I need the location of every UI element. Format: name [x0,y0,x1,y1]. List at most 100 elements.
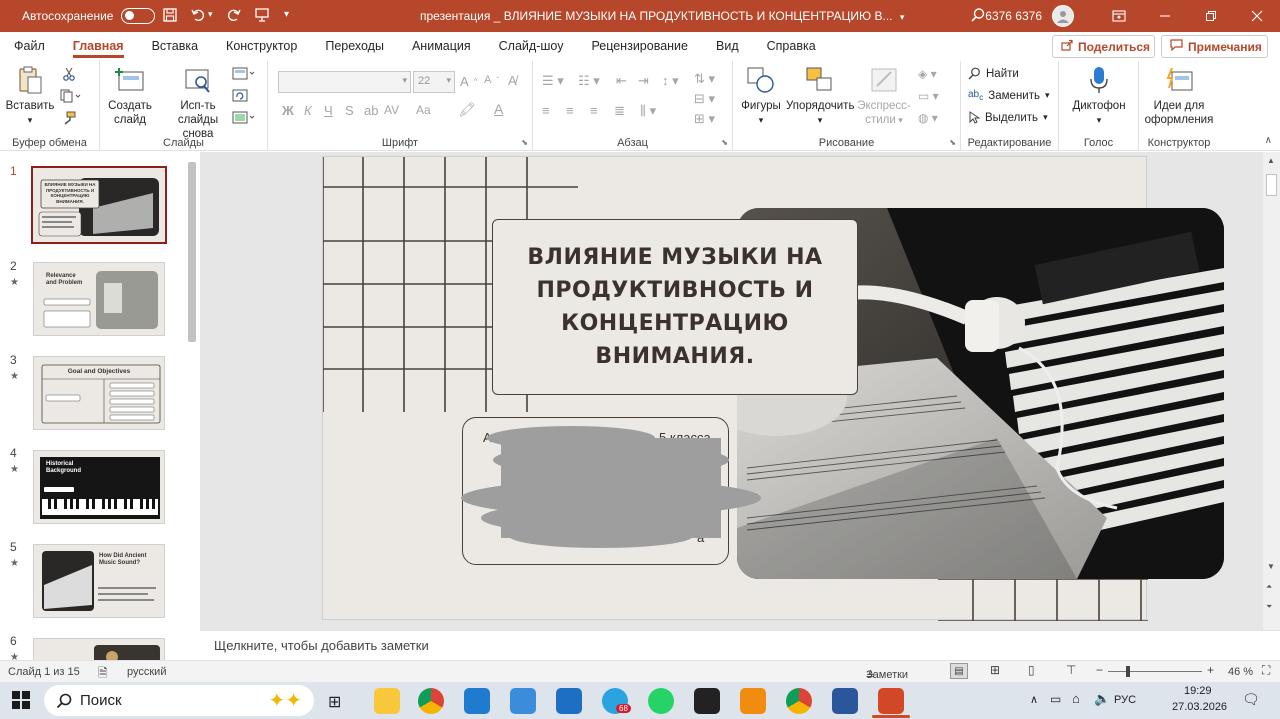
slide-thumbnail-4[interactable]: Historical Background [33,450,165,524]
shape-outline-icon[interactable]: ▭ ▾ [918,89,939,103]
subtitle-box[interactable]: А 5 класса а [461,417,761,565]
select-button[interactable]: Выделить ▾ [968,111,1048,124]
underline-button[interactable]: Ч [324,103,333,118]
cut-icon[interactable] [62,67,76,84]
comments-button[interactable]: Примечания [1161,35,1268,58]
text-direction-icon[interactable]: ⇅ ▾ [694,71,715,87]
clear-format-icon[interactable]: A̸ [508,73,517,88]
increase-indent-icon[interactable]: ⇥ [638,73,649,89]
ribbon-display-options-button[interactable] [1096,0,1142,32]
drawing-dialog-launcher-icon[interactable]: ⬊ [949,138,956,147]
slide-scrollbar[interactable]: ▲ ▼ ⏶ ⏷ [1263,152,1280,630]
chrome-icon[interactable] [786,688,812,714]
font-dialog-launcher-icon[interactable]: ⬊ [521,138,528,147]
dictate-button[interactable]: Диктофон ▾ [1067,65,1131,127]
slide-canvas[interactable]: А 5 класса а ВЛИЯНИЕ МУЗЫКИ НА ПРОДУКТИВ… [322,156,1224,621]
battery-icon[interactable]: ▭ [1050,692,1061,706]
autosave-control[interactable]: Автосохранение [22,8,156,24]
format-painter-icon[interactable] [62,111,76,128]
microsoft-store-icon[interactable] [464,688,490,714]
input-language[interactable]: РУС [1114,694,1136,706]
new-slide-button[interactable]: Создать слайд [106,65,154,127]
font-size-input[interactable]: 22 ▾ [413,71,455,93]
share-button[interactable]: Поделиться [1052,35,1155,58]
replace-button[interactable]: abc Заменить ▾ [968,89,1050,102]
tab-help[interactable]: Справка [753,32,830,61]
quick-styles-button[interactable]: Экспресс-стили ▾ [856,65,912,127]
section-icon[interactable] [232,111,258,127]
arrange-button[interactable]: Упорядочить ▾ [786,65,854,127]
autosave-toggle[interactable] [121,8,156,24]
tray-overflow-icon[interactable]: ∧ [1030,693,1038,706]
shape-effects-icon[interactable]: ◍ ▾ [918,111,938,125]
slideshow-view-icon[interactable]: ⊤ [1066,663,1076,677]
shrink-font-icon[interactable]: Aˇ [484,74,499,86]
layout-icon[interactable] [232,67,258,83]
paste-button[interactable]: Вставить ▾ [4,65,56,127]
tab-review[interactable]: Рецензирование [577,32,702,61]
tab-file[interactable]: Файл [0,32,59,61]
tab-transitions[interactable]: Переходы [311,32,398,61]
font-color-icon[interactable]: A [494,101,503,117]
bold-button[interactable]: Ж [282,103,294,118]
redo-icon[interactable] [226,7,242,23]
next-slide-icon[interactable]: ⏷ [1266,602,1272,612]
tab-animations[interactable]: Анимация [398,32,485,61]
zoom-in-icon[interactable]: + [1207,663,1214,677]
numbering-icon[interactable]: ☷ ▾ [578,73,600,89]
normal-view-icon[interactable]: ▤ [950,663,968,679]
tab-insert[interactable]: Вставка [138,32,212,61]
design-ideas-button[interactable]: Идеи для оформления [1143,65,1215,127]
reuse-slides-button[interactable]: Исп-ть слайды снова [166,65,230,141]
present-from-start-icon[interactable] [254,7,270,23]
pc-manager-icon[interactable] [510,688,536,714]
decrease-indent-icon[interactable]: ⇤ [616,73,627,89]
shadow-button[interactable]: ab [364,103,378,118]
zoom-slider-thumb[interactable] [1126,666,1130,677]
font-name-input[interactable]: ▾ [278,71,411,93]
slide-sorter-icon[interactable]: ⊞ [990,663,1000,677]
file-explorer-icon[interactable] [374,688,400,714]
language-indicator[interactable]: русский [127,666,166,678]
slide-scrollbar-thumb[interactable] [1266,174,1277,196]
shape-fill-icon[interactable]: ◈ ▾ [918,67,937,81]
clock-date[interactable]: 27.03.2026 [1172,701,1227,713]
char-spacing-button[interactable]: AV [384,103,399,117]
restore-button[interactable] [1188,0,1234,32]
zoom-level[interactable]: 46 % [1228,666,1253,678]
scroll-down-icon[interactable]: ▼ [1267,562,1275,571]
tab-view[interactable]: Вид [702,32,753,61]
outlook-icon[interactable] [556,688,582,714]
start-button[interactable] [12,691,30,712]
shapes-button[interactable]: Фигуры ▾ [738,65,784,127]
network-icon[interactable]: ⌂ [1072,691,1080,706]
undo-icon[interactable] [190,7,206,23]
line-spacing-icon[interactable]: ↕ ▾ [662,73,679,89]
slide-thumbnail-1[interactable]: ВЛИЯНИЕ МУЗЫКИ НА ПРОДУКТИВНОСТЬ И КОНЦЕ… [31,166,167,244]
customize-toolbar-icon[interactable]: ▾ [284,9,289,20]
speaker-icon[interactable]: 🔈 [1094,691,1110,707]
align-left-icon[interactable]: ≡ [542,103,550,118]
tab-slideshow[interactable]: Слайд-шоу [485,32,578,61]
close-button[interactable] [1234,0,1280,32]
minimize-button[interactable] [1142,0,1188,32]
notes-pane[interactable]: Щелкните, чтобы добавить заметки [200,630,1280,660]
slide-thumbnail-6[interactable] [33,638,165,660]
collapse-ribbon-icon[interactable]: ∧ [1265,135,1272,146]
slide-thumbnail-5[interactable]: How Did Ancient Music Sound? [33,544,165,618]
search-icon[interactable] [970,7,986,23]
powerpoint-icon[interactable] [878,688,904,714]
fit-slide-icon[interactable]: ⛶ [1262,663,1270,678]
zoom-out-icon[interactable]: − [1096,663,1103,677]
tab-design[interactable]: Конструктор [212,32,311,61]
reading-view-icon[interactable]: ▯ [1028,663,1035,677]
highlight-icon[interactable]: 🖍 [458,101,476,118]
bullets-icon[interactable]: ☰ ▾ [542,73,564,89]
thumbnails-scrollbar-thumb[interactable] [188,162,196,342]
clock-time[interactable]: 19:29 [1184,685,1212,697]
avatar[interactable] [1052,5,1074,27]
align-right-icon[interactable]: ≡ [590,103,598,118]
notification-icon[interactable]: 🗨 [1242,691,1260,708]
whatsapp-icon[interactable] [648,688,674,714]
reset-icon[interactable] [232,89,248,105]
